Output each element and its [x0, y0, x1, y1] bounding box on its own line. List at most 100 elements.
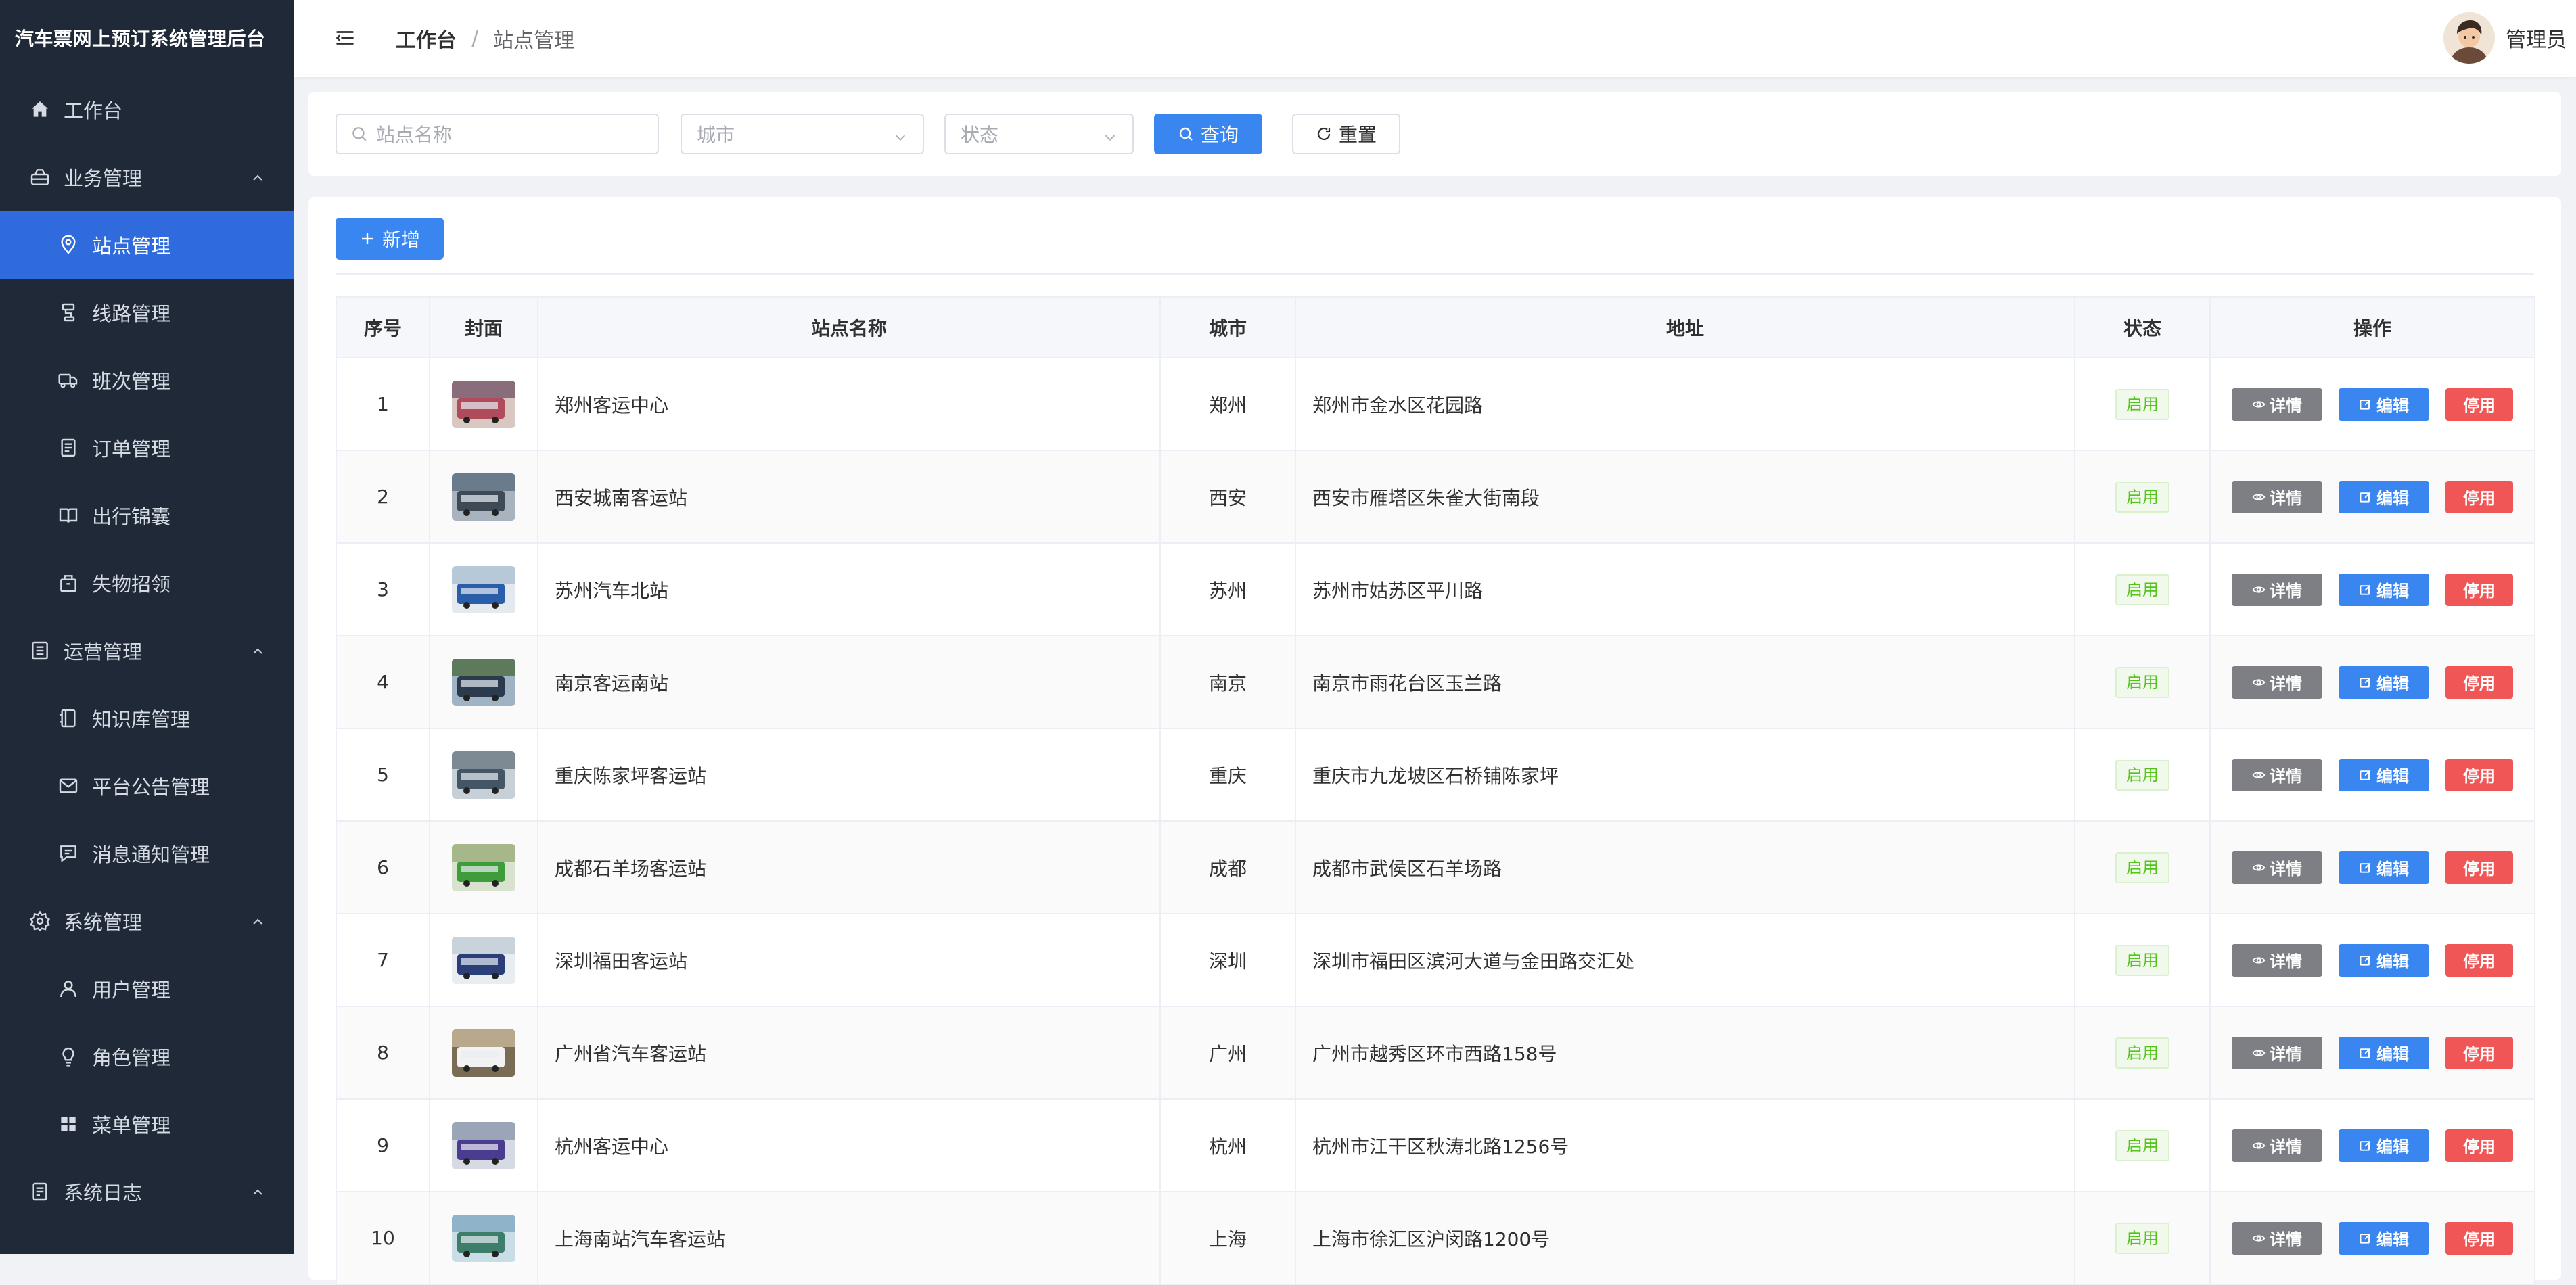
detail-button[interactable]: 详情	[2232, 943, 2322, 977]
cover-image[interactable]	[452, 658, 515, 706]
cover-image[interactable]	[452, 1121, 515, 1169]
cell-actions: 详情 编辑 停用	[2209, 1098, 2535, 1192]
avatar[interactable]	[2443, 12, 2495, 64]
detail-label: 详情	[2270, 1230, 2302, 1249]
col-header-status: 状态	[2074, 296, 2211, 358]
cell-status: 启用	[2074, 450, 2211, 544]
disable-button[interactable]: 停用	[2445, 388, 2513, 421]
sidebar-item[interactable]: 用户管理	[0, 955, 294, 1023]
sidebar-item[interactable]: 消息通知管理	[0, 820, 294, 887]
query-button[interactable]: 查询	[1154, 114, 1262, 154]
table-row: 9 杭州客运中心 杭州 杭州市江干区秋涛北路1256号 启用 详情 编辑 停用	[336, 1098, 2535, 1192]
sidebar-item[interactable]: 系统日志	[0, 1158, 294, 1225]
sidebar-item[interactable]: 业务管理	[0, 143, 294, 211]
edit-icon	[2359, 768, 2376, 782]
cell-address: 南京市雨花台区玉兰路	[1295, 635, 2075, 729]
sidebar-item[interactable]: 班次管理	[0, 346, 294, 414]
sidebar-item-label: 菜单管理	[92, 1114, 171, 1137]
edit-label: 编辑	[2376, 1045, 2409, 1064]
edit-button[interactable]: 编辑	[2339, 388, 2429, 421]
detail-button[interactable]: 详情	[2232, 573, 2322, 606]
detail-button[interactable]: 详情	[2232, 665, 2322, 699]
disable-button[interactable]: 停用	[2445, 851, 2513, 884]
user-menu[interactable]: 管理员	[2443, 12, 2567, 64]
search-form: 站点名称 城市 状态 查询 重置	[308, 92, 2561, 176]
cover-image[interactable]	[452, 473, 515, 521]
edit-button[interactable]: 编辑	[2339, 851, 2429, 884]
cell-status: 启用	[2074, 728, 2211, 822]
row-actions: 详情 编辑 停用	[2211, 758, 2533, 791]
station-name-input[interactable]: 站点名称	[336, 114, 659, 154]
cover-image[interactable]	[452, 1214, 515, 1262]
sidebar-item[interactable]: 订单管理	[0, 414, 294, 482]
disable-button[interactable]: 停用	[2445, 480, 2513, 513]
sidebar-item[interactable]: 菜单管理	[0, 1090, 294, 1158]
sidebar-item[interactable]: 线路管理	[0, 279, 294, 346]
cover-image[interactable]	[452, 843, 515, 891]
status-badge: 启用	[2115, 1037, 2169, 1069]
detail-button[interactable]: 详情	[2232, 1221, 2322, 1255]
cover-image[interactable]	[452, 380, 515, 428]
edit-button[interactable]: 编辑	[2339, 943, 2429, 977]
sidebar-item[interactable]: 工作台	[0, 76, 294, 143]
edit-label: 编辑	[2376, 952, 2409, 971]
reset-button[interactable]: 重置	[1292, 114, 1400, 154]
disable-button[interactable]: 停用	[2445, 758, 2513, 791]
edit-button[interactable]: 编辑	[2339, 480, 2429, 513]
breadcrumb-home[interactable]: 工作台	[396, 24, 457, 53]
edit-button[interactable]: 编辑	[2339, 573, 2429, 606]
edit-button[interactable]: 编辑	[2339, 665, 2429, 699]
detail-button[interactable]: 详情	[2232, 480, 2322, 513]
disable-label: 停用	[2463, 1230, 2496, 1249]
sidebar-item[interactable]: 角色管理	[0, 1023, 294, 1090]
cell-city: 上海	[1159, 1191, 1296, 1285]
disable-button[interactable]: 停用	[2445, 1129, 2513, 1162]
edit-button[interactable]: 编辑	[2339, 758, 2429, 791]
disable-button[interactable]: 停用	[2445, 1036, 2513, 1069]
sidebar-item-label: 失物招领	[92, 573, 171, 596]
cell-index: 3	[336, 542, 430, 636]
edit-button[interactable]: 编辑	[2339, 1036, 2429, 1069]
cell-cover	[429, 635, 538, 729]
cell-cover	[429, 542, 538, 636]
sidebar-item[interactable]: 平台公告管理	[0, 752, 294, 820]
sidebar-item[interactable]: 失物招领	[0, 549, 294, 617]
detail-button[interactable]: 详情	[2232, 1129, 2322, 1162]
detail-button[interactable]: 详情	[2232, 388, 2322, 421]
sidebar-item[interactable]: 系统管理	[0, 887, 294, 955]
cover-image[interactable]	[452, 1029, 515, 1077]
cell-index: 5	[336, 728, 430, 822]
route-icon	[57, 301, 80, 324]
cell-index: 7	[336, 913, 430, 1007]
detail-label: 详情	[2270, 489, 2302, 508]
sidebar-item[interactable]: 运营管理	[0, 617, 294, 684]
disable-button[interactable]: 停用	[2445, 573, 2513, 606]
edit-button[interactable]: 编辑	[2339, 1221, 2429, 1255]
city-select[interactable]: 城市	[681, 114, 924, 154]
edit-button[interactable]: 编辑	[2339, 1129, 2429, 1162]
breadcrumb-current: 站点管理	[493, 29, 575, 53]
add-button[interactable]: 新增	[336, 218, 444, 260]
divider	[336, 273, 2534, 275]
detail-button[interactable]: 详情	[2232, 758, 2322, 791]
cell-index: 2	[336, 450, 430, 544]
cover-image[interactable]	[452, 936, 515, 984]
sidebar-item[interactable]: 知识库管理	[0, 684, 294, 752]
disable-button[interactable]: 停用	[2445, 665, 2513, 699]
detail-button[interactable]: 详情	[2232, 1036, 2322, 1069]
detail-button[interactable]: 详情	[2232, 851, 2322, 884]
chat-icon	[57, 842, 80, 865]
reset-label: 重置	[1338, 124, 1377, 146]
status-badge: 启用	[2115, 1222, 2169, 1254]
status-select[interactable]: 状态	[944, 114, 1134, 154]
truck-icon	[57, 369, 80, 392]
menu-fold-icon[interactable]	[334, 26, 358, 51]
disable-button[interactable]: 停用	[2445, 1221, 2513, 1255]
cover-image[interactable]	[452, 751, 515, 799]
cover-image[interactable]	[452, 565, 515, 613]
sidebar-item[interactable]: 出行锦囊	[0, 482, 294, 549]
disable-button[interactable]: 停用	[2445, 943, 2513, 977]
sidebar-item-label: 业务管理	[64, 167, 143, 190]
cell-station-name: 南京客运南站	[537, 635, 1161, 729]
sidebar-item[interactable]: 站点管理	[0, 211, 294, 279]
